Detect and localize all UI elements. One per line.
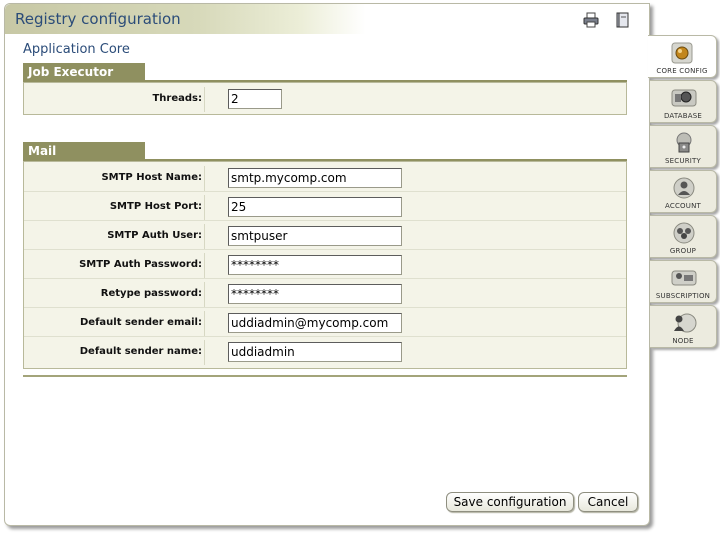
divider [204,224,205,249]
form-row: SMTP Auth User: [24,221,626,250]
tab-label: GROUP [669,247,697,255]
form-row: Default sender name: [24,337,626,366]
smtp-auth-user-input[interactable] [228,226,402,246]
threads-input[interactable] [228,89,282,109]
form-row: Threads: [24,84,626,114]
form-row: Default sender email: [24,308,626,337]
default-sender-email-label: Default sender email: [79,317,202,328]
divider [204,166,205,191]
form-row: SMTP Host Port: [24,192,626,221]
divider [23,375,627,377]
core-config-icon [668,41,696,65]
cancel-button[interactable]: Cancel [578,492,638,512]
tab-node[interactable]: NODE [650,305,717,348]
smtp-host-name-input[interactable] [228,168,402,188]
smtp-host-port-input[interactable] [228,197,402,217]
tab-database[interactable]: DATABASE [650,80,717,123]
divider [204,87,205,112]
smtp-host-name-label: SMTP Host Name: [101,172,202,183]
job-executor-header: Job Executor [23,63,145,81]
database-icon [670,86,698,110]
form-row: SMTP Host Name: [24,163,626,192]
default-sender-email-input[interactable] [228,313,402,333]
section-title: Application Core [23,42,130,57]
smtp-auth-password-label: SMTP Auth Password: [79,259,202,270]
help-book-icon[interactable] [615,12,631,28]
retype-password-input[interactable] [228,284,402,304]
threads-label: Threads: [152,93,202,104]
smtp-auth-user-label: SMTP Auth User: [107,230,202,241]
divider [204,311,205,336]
divider [204,282,205,307]
divider [204,195,205,220]
smtp-auth-password-input[interactable] [228,255,402,275]
group-icon [670,221,698,245]
save-configuration-button[interactable]: Save configuration [446,492,574,512]
form-row: SMTP Auth Password: [24,250,626,279]
tab-label: SUBSCRIPTION [655,292,711,300]
tab-security[interactable]: SECURITY [650,125,717,168]
tab-group[interactable]: GROUP [650,215,717,258]
tab-label: CORE CONFIG [656,67,708,75]
default-sender-name-input[interactable] [228,342,402,362]
tab-label: DATABASE [663,112,703,120]
title-bar: Registry configuration [5,4,649,34]
node-icon [670,311,698,335]
tab-account[interactable]: ACCOUNT [650,170,717,213]
tab-subscription[interactable]: SUBSCRIPTION [650,260,717,303]
tab-label: ACCOUNT [665,202,701,210]
job-executor-group: Threads: [23,82,627,115]
smtp-host-port-label: SMTP Host Port: [109,201,202,212]
security-icon [670,131,698,155]
tab-label: NODE [672,337,694,345]
page-title: Registry configuration [15,10,181,28]
tab-label: SECURITY [665,157,701,165]
default-sender-name-label: Default sender name: [79,346,202,357]
mail-group: SMTP Host Name: SMTP Host Port: SMTP Aut… [23,161,627,369]
subscription-icon [670,266,698,290]
main-panel: Registry configuration Application Core … [4,3,650,526]
form-row: Retype password: [24,279,626,308]
retype-password-label: Retype password: [100,288,202,299]
divider [204,253,205,278]
divider [204,340,205,365]
printer-icon[interactable] [583,12,599,28]
account-icon [670,176,698,200]
mail-header: Mail [23,142,145,160]
tab-core-config[interactable]: CORE CONFIG [648,35,717,78]
